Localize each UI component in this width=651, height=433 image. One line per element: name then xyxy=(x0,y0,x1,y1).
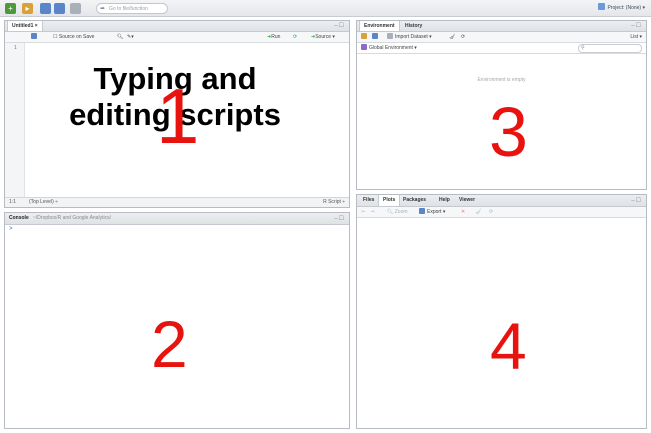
window-controls-icon[interactable]: –☐ xyxy=(334,216,345,222)
environment-search-input[interactable]: ⚲ xyxy=(578,44,642,53)
wand-icon[interactable]: ✎▾ xyxy=(127,32,134,42)
global-env-selector[interactable]: Global Environment ▾ xyxy=(361,43,417,53)
clear-plots-icon[interactable]: 🧹︎ xyxy=(475,207,481,217)
plots-toolbar: ⇦ ⇨ 🔍︎ Zoom Export ▾ ✕ 🧹︎ ⟳ xyxy=(357,207,646,218)
pane-number-2: 2 xyxy=(151,307,188,381)
project-menu[interactable]: Project: (None) ▾ xyxy=(598,3,645,14)
save-script-icon[interactable] xyxy=(31,32,39,42)
line-number: 1 xyxy=(14,45,17,51)
source-on-save-checkbox[interactable]: ☐ Source on Save xyxy=(53,32,94,42)
back-arrow-icon[interactable]: ⇦ xyxy=(361,207,365,217)
zoom-button[interactable]: 🔍︎ Zoom xyxy=(387,207,408,217)
open-file-icon[interactable]: ▸ xyxy=(22,3,33,14)
goto-placeholder: Go to file/function xyxy=(109,6,148,12)
environment-empty-message: Environment is empty xyxy=(477,77,526,83)
window-controls-icon[interactable]: –☐ xyxy=(631,23,642,29)
list-view-label: List ▾ xyxy=(630,34,642,40)
console-header: Console ~/Dropbox/R and Google Analytics… xyxy=(5,213,349,225)
clear-broom-icon[interactable]: 🧹︎ xyxy=(449,32,455,42)
save-all-icon[interactable] xyxy=(54,3,65,14)
tab-viewer[interactable]: Viewer xyxy=(455,195,479,205)
scope-selector[interactable]: (Top Level) ÷ xyxy=(29,198,58,207)
file-type-selector[interactable]: R Script ÷ xyxy=(323,198,345,207)
console-title: Console xyxy=(9,215,29,221)
import-dataset-label: Import Dataset ▾ xyxy=(395,34,432,40)
project-label: Project: (None) ▾ xyxy=(607,5,645,11)
print-icon[interactable] xyxy=(70,3,81,14)
tab-untitled1[interactable]: Untitled1 × xyxy=(7,21,43,31)
tab-help[interactable]: Help xyxy=(435,195,454,205)
export-label: Export ▾ xyxy=(427,209,446,215)
main-toolbar: + ▸ ➦ Go to file/function Project: (None… xyxy=(0,0,651,17)
source-tabbar: Untitled1 × –☐ xyxy=(5,21,349,32)
refresh-icon[interactable]: ⟳ xyxy=(489,207,493,217)
window-controls-icon[interactable]: –☐ xyxy=(631,198,642,204)
goto-arrow-icon: ➦ xyxy=(100,6,106,12)
source-toolbar: ☐ Source on Save 🔍︎ ✎▾ ➜Run ⟳ ➜Source ▾ xyxy=(5,32,349,43)
source-button[interactable]: ➜Source ▾ xyxy=(311,32,335,42)
forward-arrow-icon[interactable]: ⇨ xyxy=(371,207,375,217)
console-pane: Console ~/Dropbox/R and Google Analytics… xyxy=(4,212,350,429)
pane-number-1: 1 xyxy=(156,72,200,160)
save-workspace-icon[interactable] xyxy=(372,32,380,42)
environment-pane: Environment History –☐ Import Dataset ▾ … xyxy=(356,20,647,190)
zoom-label: Zoom xyxy=(394,209,408,215)
pane-number-4: 4 xyxy=(490,309,527,383)
save-icon[interactable] xyxy=(40,3,51,14)
environment-scope-bar: Global Environment ▾ ⚲ xyxy=(357,43,646,54)
load-workspace-icon[interactable] xyxy=(361,32,369,42)
source-pane: Untitled1 × –☐ ☐ Source on Save 🔍︎ ✎▾ ➜R… xyxy=(4,20,350,208)
environment-toolbar: Import Dataset ▾ 🧹︎ ⟳ List ▾ xyxy=(357,32,646,43)
new-file-icon[interactable]: + xyxy=(5,3,16,14)
cursor-position: 1:1 xyxy=(9,199,16,205)
line-gutter: 1 xyxy=(5,43,25,199)
files-pane: Files Plots Packages Help Viewer –☐ ⇦ ⇨ … xyxy=(356,194,647,429)
remove-plot-icon[interactable]: ✕ xyxy=(461,207,465,217)
environment-tabbar: Environment History –☐ xyxy=(357,21,646,32)
run-button[interactable]: ➜Run xyxy=(267,32,280,42)
console-prompt: > xyxy=(9,226,13,232)
files-tabbar: Files Plots Packages Help Viewer –☐ xyxy=(357,195,646,207)
tab-files[interactable]: Files xyxy=(359,195,378,205)
rerun-icon[interactable]: ⟳ xyxy=(293,32,297,42)
source-statusbar: 1:1 (Top Level) ÷ R Script ÷ xyxy=(5,197,349,207)
refresh-icon[interactable]: ⟳ xyxy=(461,32,465,42)
source-on-save-label: Source on Save xyxy=(58,34,95,40)
tab-history[interactable]: History xyxy=(401,21,426,31)
pane-number-3: 3 xyxy=(489,93,528,171)
list-view-button[interactable]: List ▾ xyxy=(630,32,642,42)
export-button[interactable]: Export ▾ xyxy=(419,207,445,217)
window-controls-icon[interactable]: –☐ xyxy=(334,23,345,29)
import-dataset-button[interactable]: Import Dataset ▾ xyxy=(387,32,432,42)
search-icon[interactable]: 🔍︎ xyxy=(117,32,123,42)
tab-environment[interactable]: Environment xyxy=(359,21,400,31)
source-label: Source ▾ xyxy=(315,34,335,40)
console-path: ~/Dropbox/R and Google Analytics/ xyxy=(33,215,111,221)
tab-packages[interactable]: Packages xyxy=(399,195,430,205)
run-label: Run xyxy=(271,34,281,40)
search-icon: ⚲ xyxy=(581,45,585,51)
project-icon xyxy=(598,3,606,10)
global-env-label: Global Environment ▾ xyxy=(369,45,417,51)
tab-plots[interactable]: Plots xyxy=(378,195,401,206)
goto-file-input[interactable]: ➦ Go to file/function xyxy=(96,3,168,14)
